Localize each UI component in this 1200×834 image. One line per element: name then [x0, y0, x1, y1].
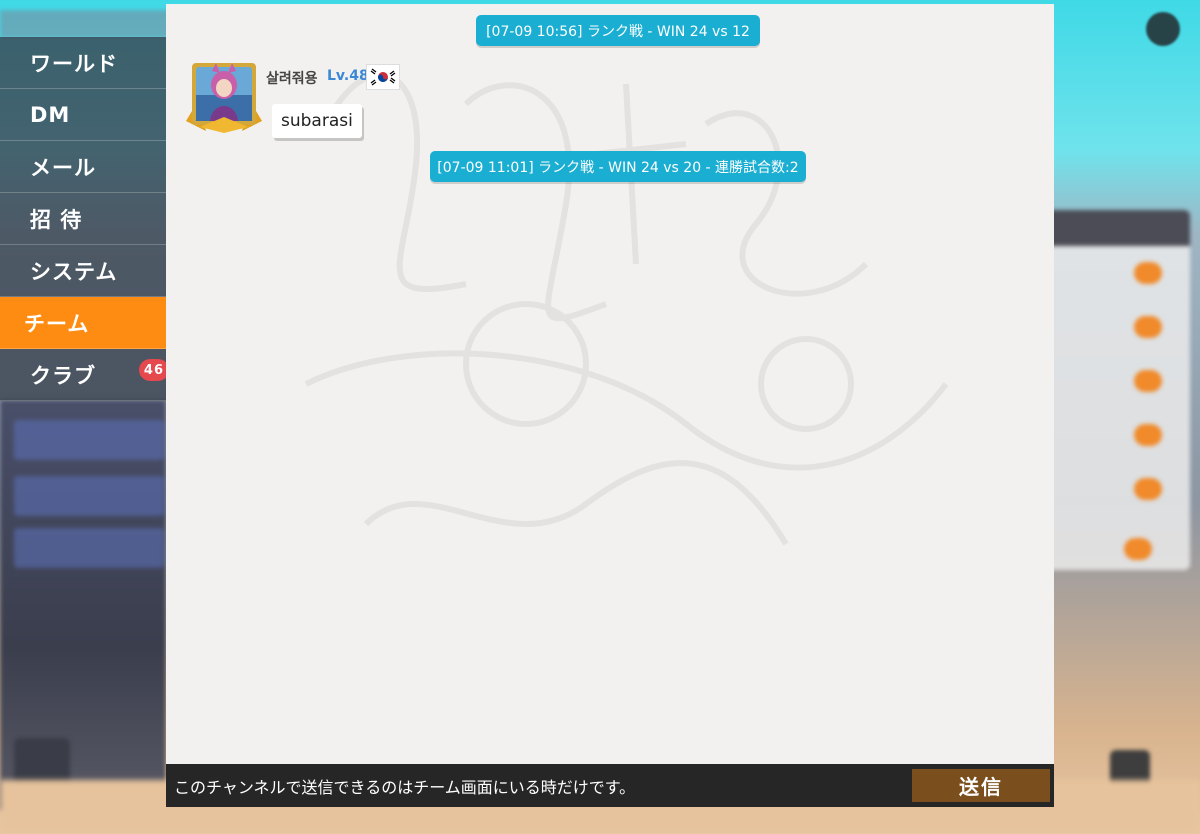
- background-orange-dot: [1134, 262, 1162, 284]
- sidebar-item-world[interactable]: ワールド: [0, 37, 166, 89]
- chat-message-bubble: subarasi: [272, 104, 362, 138]
- system-message: [07-09 11:01] ランク戦 - WIN 24 vs 20 - 連勝試合…: [430, 151, 806, 182]
- background-orange-dot: [1134, 316, 1162, 338]
- sidebar-item-team[interactable]: チーム: [0, 297, 166, 349]
- send-button[interactable]: 送信: [912, 769, 1050, 802]
- sidebar-item-mail[interactable]: メール: [0, 141, 166, 193]
- chat-message-text: subarasi: [281, 111, 353, 131]
- background-ranking-panel: [1040, 210, 1190, 570]
- background-orange-dot: [1134, 478, 1162, 500]
- sidebar-item-dm[interactable]: DM: [0, 89, 166, 141]
- system-message: [07-09 10:56] ランク戦 - WIN 24 vs 12: [476, 15, 760, 46]
- channel-notice-text: このチャンネルで送信できるのはチーム画面にいる時だけです。: [174, 777, 636, 797]
- system-message-text: [07-09 11:01] ランク戦 - WIN 24 vs 20 - 連勝試合…: [437, 159, 799, 176]
- avatar[interactable]: [186, 61, 262, 133]
- chat-username[interactable]: 살려줘용: [266, 68, 318, 88]
- chat-user-level: Lv.48: [327, 68, 369, 84]
- background-round-button: [1146, 12, 1180, 46]
- sidebar-item-label: 招 待: [30, 207, 83, 232]
- sidebar-item-label: クラブ: [30, 363, 96, 388]
- sidebar-item-label: システム: [30, 259, 118, 284]
- sidebar-item-label: チーム: [24, 311, 90, 336]
- south-korea-flag-icon: [366, 64, 400, 90]
- chat-channel-sidebar: ワールド DM メール 招 待 システム チーム クラブ 46: [0, 37, 169, 401]
- background-orange-dot: [1124, 538, 1152, 560]
- background-orange-dot: [1134, 370, 1162, 392]
- sidebar-item-label: DM: [30, 102, 71, 127]
- sidebar-item-invite[interactable]: 招 待: [0, 193, 166, 245]
- sidebar-item-label: メール: [30, 155, 96, 180]
- chat-message-area[interactable]: [07-09 10:56] ランク戦 - WIN 24 vs 12 살려줘용 L…: [166, 4, 1054, 807]
- chat-input-bar: このチャンネルで送信できるのはチーム画面にいる時だけです。 送信: [166, 764, 1054, 807]
- unread-count-badge: 46: [138, 359, 169, 381]
- system-message-text: [07-09 10:56] ランク戦 - WIN 24 vs 12: [486, 23, 750, 40]
- sidebar-item-label: ワールド: [30, 51, 118, 76]
- sidebar-item-club[interactable]: クラブ 46: [0, 349, 169, 401]
- avatar-portrait-icon: [186, 63, 262, 133]
- sidebar-item-system[interactable]: システム: [0, 245, 166, 297]
- background-orange-dot: [1134, 424, 1162, 446]
- background-top-bar: [0, 10, 170, 38]
